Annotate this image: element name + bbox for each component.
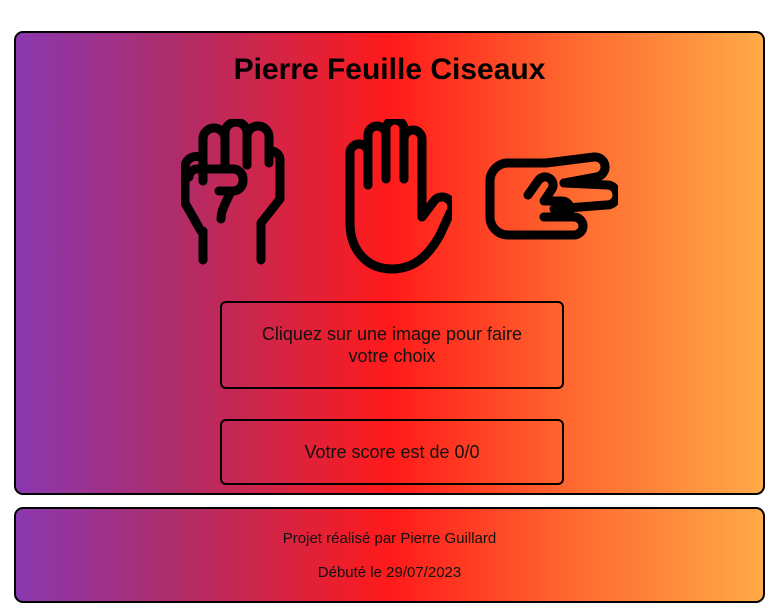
message-text: Cliquez sur une image pour faire votre c…	[261, 324, 523, 366]
page-title: Pierre Feuille Ciseaux	[233, 53, 546, 86]
game-panel: Pierre Feuille Ciseaux Cliquez sur une i…	[14, 31, 765, 495]
footer-author: Projet réalisé par Pierre Guillard	[282, 530, 497, 547]
score-text: Votre score est de 0/0	[304, 441, 480, 462]
scissors-hand-icon[interactable]	[484, 149, 618, 249]
choices-row	[16, 119, 763, 275]
message-box: Cliquez sur une image pour faire votre c…	[220, 301, 564, 389]
score-box: Votre score est de 0/0	[220, 419, 564, 485]
footer: Projet réalisé par Pierre Guillard Début…	[14, 507, 765, 603]
fist-icon[interactable]	[181, 119, 285, 265]
open-hand-icon[interactable]	[326, 119, 452, 275]
footer-start-date: Débuté le 29/07/2023	[317, 564, 462, 581]
